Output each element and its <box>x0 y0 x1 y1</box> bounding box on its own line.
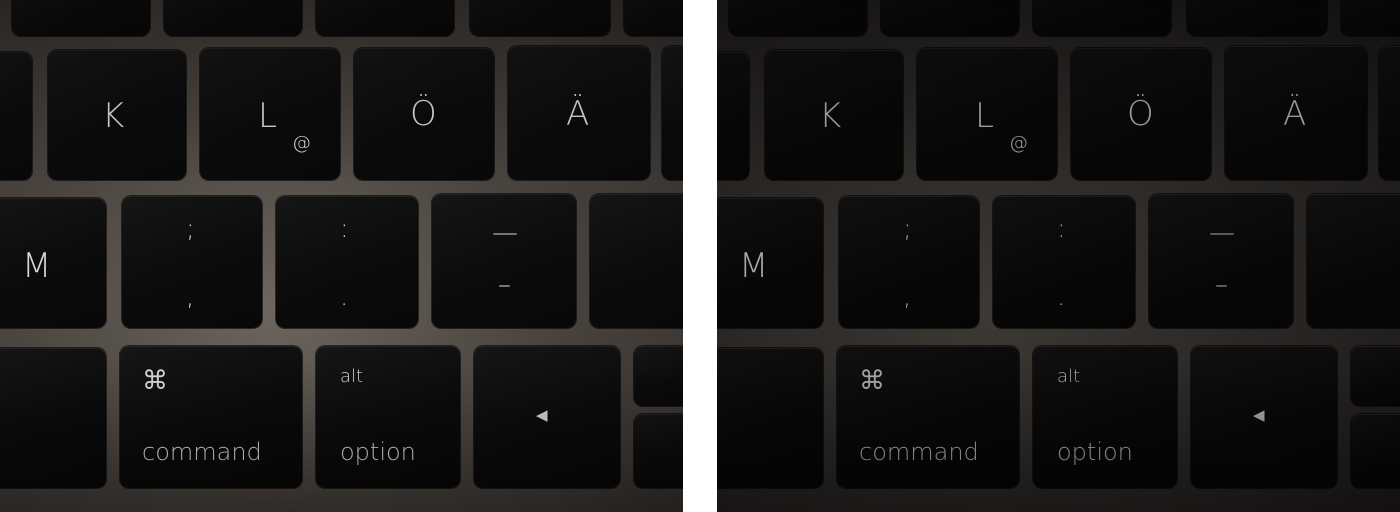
key-top-5 <box>1341 0 1400 36</box>
key-arrow-up-partial <box>634 346 683 406</box>
key-top-4 <box>470 0 610 36</box>
key-l-alt-label: @ <box>1009 132 1028 154</box>
key-top-2 <box>881 0 1019 36</box>
key-a-umlaut-label: Ä <box>566 94 590 134</box>
key-colon-top: : <box>1057 214 1066 244</box>
key-k-label: K <box>102 96 125 136</box>
key-semicolon-bottom: , <box>903 282 912 312</box>
key-arrow-left: ◀ <box>474 346 620 488</box>
key-semicolon-top: ; <box>186 214 195 244</box>
key-m-label: M <box>739 246 769 286</box>
key-colon-bottom: . <box>340 282 349 312</box>
key-left-partial <box>717 348 823 488</box>
key-arrow-down-partial <box>1351 414 1400 488</box>
key-option-label: option <box>340 438 416 466</box>
key-top-5 <box>624 0 683 36</box>
right-keyboard-photo: K L @ Ö Ä M ; , : . — – ⌘ command alt op… <box>717 0 1400 512</box>
key-top-1 <box>12 0 150 36</box>
key-option-label: option <box>1057 438 1133 466</box>
key-arrow-left: ◀ <box>1191 346 1337 488</box>
key-option: alt option <box>316 346 460 488</box>
key-l-alt-label: @ <box>292 132 311 154</box>
key-colon: : . <box>276 196 418 328</box>
key-underscore-top: — <box>492 218 518 248</box>
arrow-left-icon: ◀ <box>1253 406 1265 424</box>
key-semicolon-bottom: , <box>186 282 195 312</box>
key-colon-bottom: . <box>1057 282 1066 312</box>
key-semicolon: ; , <box>122 196 262 328</box>
key-l-label: L <box>258 96 277 136</box>
key-top-3 <box>316 0 454 36</box>
command-icon: ⌘ <box>142 366 168 396</box>
key-command: ⌘ command <box>837 346 1019 488</box>
key-j-partial <box>717 52 749 180</box>
left-keyboard-photo: K L @ Ö Ä M ; , : . — – ⌘ command alt op… <box>0 0 683 512</box>
key-j-partial <box>0 52 32 180</box>
key-m: M <box>717 198 823 328</box>
key-a-umlaut: Ä <box>1225 46 1367 180</box>
key-option-alt: alt <box>1057 366 1081 387</box>
key-m-label: M <box>22 246 52 286</box>
key-row2-edge <box>662 46 683 180</box>
key-o-umlaut: Ö <box>1071 48 1211 180</box>
arrow-left-icon: ◀ <box>536 406 548 424</box>
key-arrow-up-partial <box>1351 346 1400 406</box>
key-l: L @ <box>200 48 340 180</box>
key-row3-edge <box>590 194 683 328</box>
key-l-label: L <box>975 96 994 136</box>
key-colon-top: : <box>340 214 349 244</box>
key-semicolon: ; , <box>839 196 979 328</box>
key-l: L @ <box>917 48 1057 180</box>
key-option: alt option <box>1033 346 1177 488</box>
key-arrow-down-partial <box>634 414 683 488</box>
key-underscore: — – <box>432 194 576 328</box>
key-command: ⌘ command <box>120 346 302 488</box>
key-a-umlaut-label: Ä <box>1283 94 1307 134</box>
key-k: K <box>48 50 186 180</box>
key-option-alt: alt <box>340 366 364 387</box>
key-underscore-top: — <box>1209 218 1235 248</box>
key-underscore-bottom: – <box>1215 270 1228 300</box>
key-o-umlaut-label: Ö <box>1127 94 1154 134</box>
command-icon: ⌘ <box>859 366 885 396</box>
comparison-stage: K L @ Ö Ä M ; , : . — – ⌘ command alt op… <box>0 0 1400 512</box>
key-k-label: K <box>819 96 842 136</box>
key-top-1 <box>729 0 867 36</box>
key-m: M <box>0 198 106 328</box>
key-row3-edge <box>1307 194 1400 328</box>
key-row2-edge <box>1379 46 1400 180</box>
key-o-umlaut: Ö <box>354 48 494 180</box>
key-semicolon-top: ; <box>903 214 912 244</box>
key-k: K <box>765 50 903 180</box>
key-a-umlaut: Ä <box>508 46 650 180</box>
key-top-4 <box>1187 0 1327 36</box>
key-underscore: — – <box>1149 194 1293 328</box>
key-o-umlaut-label: Ö <box>410 94 437 134</box>
key-colon: : . <box>993 196 1135 328</box>
key-command-label: command <box>859 438 979 466</box>
key-underscore-bottom: – <box>498 270 511 300</box>
key-left-partial <box>0 348 106 488</box>
key-command-label: command <box>142 438 262 466</box>
key-top-3 <box>1033 0 1171 36</box>
key-top-2 <box>164 0 302 36</box>
